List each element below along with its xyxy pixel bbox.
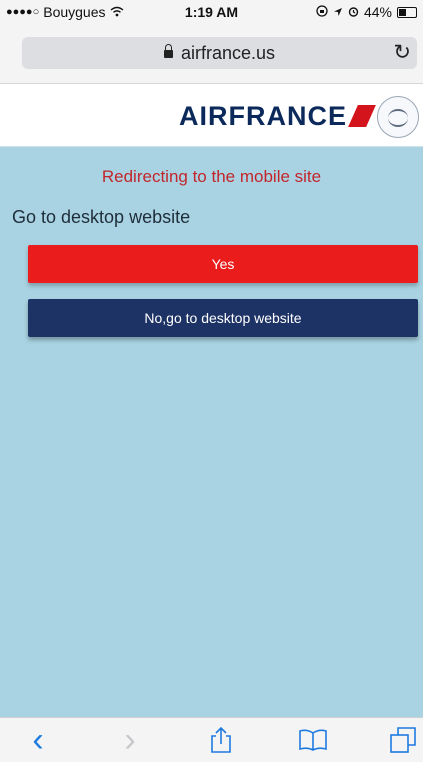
alarm-icon xyxy=(348,4,359,20)
status-right: 44% xyxy=(316,4,417,20)
forward-icon[interactable]: › xyxy=(110,721,150,759)
tabs-icon[interactable] xyxy=(383,722,423,758)
desktop-prompt-label: Go to desktop website xyxy=(12,207,191,227)
lock-icon xyxy=(163,44,173,58)
desktop-site-button[interactable]: No,go to desktop website xyxy=(28,299,418,337)
browser-chrome: ●●●●○ Bouygues 1:19 AM 44% airfrance.us … xyxy=(0,0,423,84)
screen: ●●●●○ Bouygues 1:19 AM 44% airfrance.us … xyxy=(0,0,423,762)
yes-button[interactable]: Yes xyxy=(28,245,418,283)
redirect-message: Redirecting to the mobile site xyxy=(101,167,322,186)
brand-logo-text: AIRFRANCE xyxy=(179,101,347,131)
battery-percent: 44% xyxy=(363,4,392,20)
share-icon[interactable] xyxy=(201,722,241,758)
status-bar: ●●●●○ Bouygues 1:19 AM 44% xyxy=(0,0,423,24)
site-header: AIRFRANCE xyxy=(0,84,423,147)
reload-icon[interactable]: ↻ xyxy=(393,40,411,65)
url-text[interactable]: airfrance.us xyxy=(181,43,275,63)
brand-stripe-icon xyxy=(348,105,376,127)
browser-toolbar: ‹ › xyxy=(0,717,423,762)
url-bar[interactable]: airfrance.us ↻ xyxy=(22,37,417,69)
url-display[interactable]: airfrance.us xyxy=(22,43,417,64)
skyteam-logo-icon xyxy=(377,96,419,138)
battery-level xyxy=(399,8,406,16)
location-icon xyxy=(333,4,343,20)
back-icon[interactable]: ‹ xyxy=(18,721,58,759)
battery-icon xyxy=(397,6,417,18)
rotation-lock-icon xyxy=(316,4,328,20)
bookmarks-icon[interactable] xyxy=(293,722,333,758)
